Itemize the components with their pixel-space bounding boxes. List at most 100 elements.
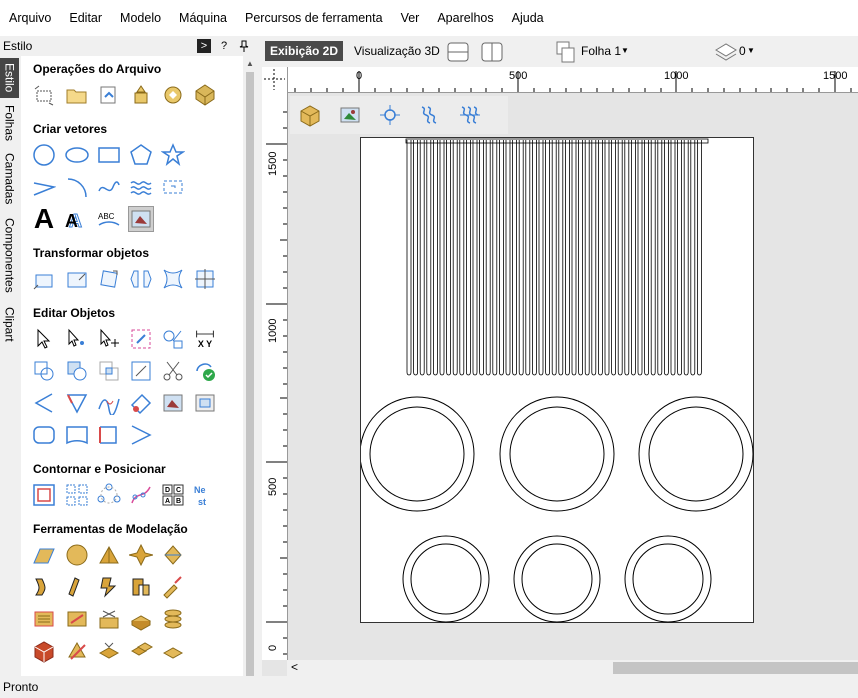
vector-drawing[interactable] xyxy=(361,138,755,624)
text-on-curve-icon[interactable]: ABC xyxy=(96,206,122,232)
trace-bitmap-icon[interactable] xyxy=(128,206,154,232)
texture-area-icon[interactable] xyxy=(31,606,57,632)
layer-dropdown-icon[interactable]: ▼ xyxy=(747,46,755,55)
scale-object-icon[interactable] xyxy=(64,266,90,292)
expand-panel-icon[interactable]: > xyxy=(197,39,211,53)
rectangle-tool-icon[interactable] xyxy=(96,142,122,168)
menu-modelo[interactable]: Modelo xyxy=(111,11,170,25)
join-vectors-icon[interactable] xyxy=(192,358,218,384)
rounded-rect-icon[interactable] xyxy=(31,422,57,448)
tab-folhas[interactable]: Folhas xyxy=(0,100,19,146)
toolpath-wave-icon[interactable] xyxy=(417,102,443,128)
import-component-icon[interactable] xyxy=(160,82,186,108)
shapes-group-icon[interactable] xyxy=(160,326,186,352)
extrude-weave-icon[interactable] xyxy=(64,574,90,600)
ellipse-tool-icon[interactable] xyxy=(64,142,90,168)
import-vectors-icon[interactable] xyxy=(96,82,122,108)
polygon-tool-icon[interactable] xyxy=(128,142,154,168)
convert-arc-icon[interactable] xyxy=(128,422,154,448)
mirror-object-icon[interactable] xyxy=(128,266,154,292)
canvas-hscroll-thumb[interactable] xyxy=(613,662,858,674)
two-rail-sweep-icon[interactable] xyxy=(31,574,57,600)
drawing-canvas[interactable]: 0 500 1000 1500 1500 1000 500 0 < xyxy=(262,67,858,676)
panel-scroll-thumb[interactable] xyxy=(246,72,254,676)
material-sheet[interactable] xyxy=(360,137,754,623)
transform-tool-icon[interactable] xyxy=(96,326,122,352)
measure-tool-icon[interactable]: X Y xyxy=(192,326,218,352)
extrude-shape-icon[interactable] xyxy=(160,542,186,568)
model-tiling-icon[interactable] xyxy=(128,606,154,632)
offset-vectors-icon[interactable] xyxy=(128,358,154,384)
copy-model-icon[interactable] xyxy=(128,638,154,664)
merge-model-icon[interactable] xyxy=(96,638,122,664)
pyramid-shape-icon[interactable] xyxy=(96,542,122,568)
import-image-icon[interactable] xyxy=(128,82,154,108)
scissors-icon[interactable] xyxy=(160,358,186,384)
open-file-icon[interactable] xyxy=(64,82,90,108)
sheet-dropdown-icon[interactable]: ▼ xyxy=(621,46,629,55)
distort-object-icon[interactable] xyxy=(160,266,186,292)
arc-tool-icon[interactable] xyxy=(64,174,90,200)
align-objects-icon[interactable] xyxy=(192,266,218,292)
bitmap-mask-icon[interactable] xyxy=(192,390,218,416)
sculpt-tool-icon[interactable] xyxy=(160,574,186,600)
ruler-origin-corner[interactable] xyxy=(262,67,288,92)
panel-scrollbar[interactable]: ▲ xyxy=(243,56,257,676)
toolpath-preview-icon[interactable] xyxy=(457,102,483,128)
vertical-split-icon[interactable] xyxy=(480,40,504,64)
dimension-tool-icon[interactable] xyxy=(160,174,186,200)
text-outline-tool-icon[interactable]: AA xyxy=(64,206,90,232)
tab-componentes[interactable]: Componentes xyxy=(0,212,19,298)
node-edit-icon[interactable] xyxy=(64,326,90,352)
fade-model-icon[interactable] xyxy=(64,606,90,632)
subtract-vectors-icon[interactable] xyxy=(64,358,90,384)
label-nest-icon[interactable]: DCAB xyxy=(160,482,186,508)
tab-clipart[interactable]: Clipart xyxy=(0,302,19,346)
slice-model-icon[interactable] xyxy=(64,638,90,664)
star-tool-icon[interactable] xyxy=(160,142,186,168)
split-model-icon[interactable] xyxy=(96,606,122,632)
star-shape-icon[interactable] xyxy=(128,542,154,568)
horizontal-split-icon[interactable] xyxy=(446,40,470,64)
menu-ver[interactable]: Ver xyxy=(392,11,429,25)
tab-3d-view[interactable]: Visualização 3D xyxy=(354,41,440,61)
circle-tool-icon[interactable] xyxy=(31,142,57,168)
menu-aparelhos[interactable]: Aparelhos xyxy=(428,11,502,25)
copy-along-vector-icon[interactable] xyxy=(128,482,154,508)
menu-editar[interactable]: Editar xyxy=(60,11,111,25)
scroll-left-icon[interactable]: < xyxy=(291,660,298,674)
sheet-selector[interactable]: Folha 1 xyxy=(581,44,621,58)
arch-shape-icon[interactable] xyxy=(64,422,90,448)
weld-vectors-icon[interactable] xyxy=(31,358,57,384)
fillet-icon[interactable] xyxy=(31,390,57,416)
chamfer-icon[interactable] xyxy=(64,390,90,416)
pin-icon[interactable] xyxy=(237,39,251,53)
bitmap-view-icon[interactable] xyxy=(337,102,363,128)
tab-2d-view[interactable]: Exibição 2D xyxy=(265,41,343,61)
tab-camadas[interactable]: Camadas xyxy=(0,150,19,208)
canvas-hscrollbar[interactable]: < xyxy=(287,660,858,676)
nesting-tool-icon[interactable]: Ne st xyxy=(192,482,218,508)
rotate-object-icon[interactable] xyxy=(96,266,122,292)
offset-tool-icon[interactable] xyxy=(31,482,57,508)
slat-top-bar[interactable] xyxy=(405,138,709,144)
box-model-icon[interactable] xyxy=(31,638,57,664)
select-tool-icon[interactable] xyxy=(31,326,57,352)
array-copy-icon[interactable] xyxy=(64,482,90,508)
dome-shape-icon[interactable] xyxy=(64,542,90,568)
menu-ajuda[interactable]: Ajuda xyxy=(503,11,553,25)
tab-estilo[interactable]: Estilo xyxy=(0,58,19,98)
3d-view-cube-icon[interactable] xyxy=(297,102,323,128)
help-button[interactable]: ? xyxy=(217,39,231,53)
job-setup-icon[interactable] xyxy=(31,82,57,108)
molding-tool-icon[interactable] xyxy=(96,574,122,600)
fill-pattern-icon[interactable] xyxy=(128,174,154,200)
intersect-vectors-icon[interactable] xyxy=(96,358,122,384)
create-shape-icon[interactable] xyxy=(31,542,57,568)
stack-components-icon[interactable] xyxy=(160,606,186,632)
text-tool-icon[interactable]: A xyxy=(31,203,57,234)
layer-selector[interactable]: 0 xyxy=(739,44,746,58)
3d-model-icon[interactable] xyxy=(192,82,218,108)
slat-loops[interactable] xyxy=(406,140,702,376)
scroll-up-icon[interactable]: ▲ xyxy=(243,56,257,70)
